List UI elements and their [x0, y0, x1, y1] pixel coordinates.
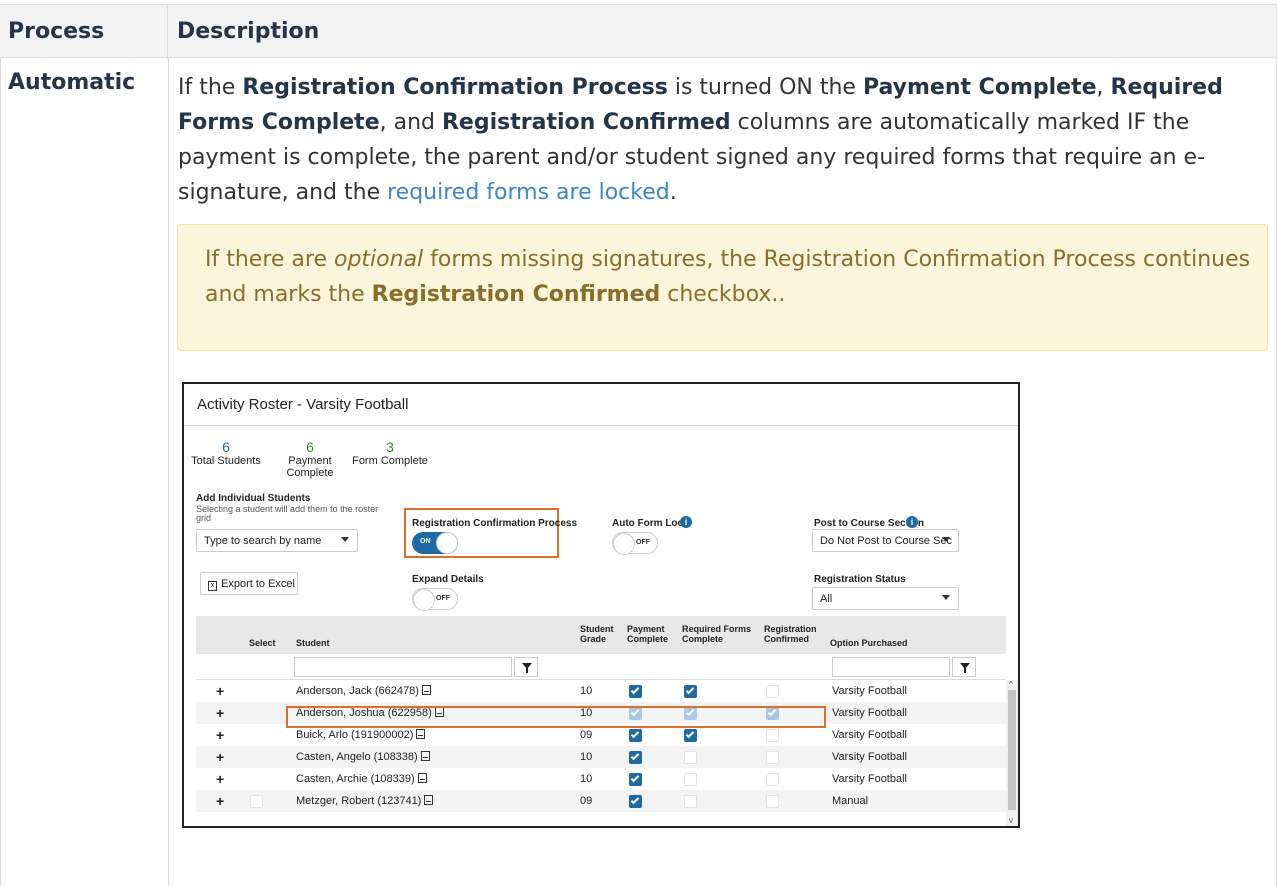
expand-row-icon[interactable]: + — [216, 749, 224, 765]
expand-details-label: Expand Details — [412, 574, 484, 585]
info-icon[interactable]: i — [680, 516, 692, 528]
filter-row — [196, 654, 1006, 680]
expand-row-icon[interactable]: + — [216, 705, 224, 721]
payment-checkbox[interactable] — [629, 685, 642, 698]
student-name[interactable]: Anderson, Jack (662478) — [296, 685, 431, 697]
table-row[interactable]: + Metzger, Robert (123741) 09 Manual — [196, 790, 1006, 812]
option-purchased: Varsity Football — [832, 685, 907, 697]
payment-checkbox[interactable] — [629, 729, 642, 742]
confirmed-checkbox[interactable] — [766, 795, 779, 808]
payment-checkbox[interactable] — [629, 795, 642, 808]
expand-row-icon[interactable]: + — [216, 793, 224, 809]
roster-title: Activity Roster - Varsity Football — [184, 384, 1018, 426]
payment-checkbox[interactable] — [629, 751, 642, 764]
header-description: Description — [177, 19, 320, 44]
required-forms-locked-link[interactable]: required forms are locked — [387, 180, 670, 205]
student-card-icon[interactable] — [420, 751, 430, 761]
description-text: If the Registration Confirmation Process… — [178, 75, 1223, 205]
col-select: Select — [249, 638, 276, 648]
col-student[interactable]: Student — [296, 638, 330, 648]
student-card-icon[interactable] — [421, 685, 431, 695]
header-process: Process — [0, 5, 168, 59]
table-header: Process Description — [0, 4, 1277, 59]
forms-checkbox[interactable] — [684, 795, 697, 808]
option-purchased: Varsity Football — [832, 773, 907, 785]
highlight-row — [286, 706, 826, 728]
expand-row-icon[interactable]: + — [216, 771, 224, 787]
table-row[interactable]: + Casten, Archie (108339) 10 Varsity Footba… — [196, 768, 1006, 790]
student-grade: 10 — [580, 751, 593, 763]
student-card-icon[interactable] — [416, 729, 426, 739]
option-purchased: Varsity Football — [832, 751, 907, 763]
reg-confirm-toggle[interactable]: ON — [412, 532, 458, 554]
export-excel-button[interactable]: x Export to Excel — [200, 572, 298, 595]
confirmed-checkbox[interactable] — [766, 751, 779, 764]
col-confirmed[interactable]: Registration Confirmed — [764, 624, 817, 644]
table-row[interactable]: + Anderson, Jack (662478) 10 Varsity Footba… — [196, 680, 1006, 702]
select-checkbox[interactable] — [250, 795, 263, 808]
student-card-icon[interactable] — [417, 773, 427, 783]
student-name[interactable]: Buick, Arlo (191900002) — [296, 729, 426, 741]
post-course-dropdown[interactable]: Do Not Post to Course Sec — [812, 529, 959, 552]
excel-icon: x — [208, 581, 217, 591]
student-card-icon[interactable] — [424, 795, 434, 805]
student-name[interactable]: Metzger, Robert (123741) — [296, 795, 434, 807]
chevron-down-icon — [341, 537, 349, 542]
option-purchased: Manual — [832, 795, 869, 807]
student-name[interactable]: Casten, Archie (108339) — [296, 773, 427, 785]
col-option[interactable]: Option Purchased — [830, 638, 908, 648]
reg-confirm-label: Registration Confirmation Process — [412, 518, 578, 529]
forms-checkbox[interactable] — [684, 773, 697, 786]
add-students-label: Add Individual Students — [196, 493, 311, 504]
reg-status-dropdown[interactable]: All — [812, 587, 959, 610]
student-filter-input[interactable] — [294, 657, 512, 677]
student-grade: 10 — [580, 773, 593, 785]
student-grade: 10 — [580, 685, 593, 697]
forms-checkbox[interactable] — [684, 729, 697, 742]
filter-icon[interactable] — [514, 657, 538, 677]
col-forms[interactable]: Required Forms Complete — [682, 624, 751, 644]
auto-lock-label: Auto Form Lock — [612, 518, 689, 529]
col-grade[interactable]: Student Grade — [580, 624, 614, 644]
option-purchased: Varsity Football — [832, 707, 907, 719]
stat-form-complete: 3 Form Complete — [352, 439, 428, 468]
option-filter-input[interactable] — [832, 657, 950, 677]
doc-table: Process Description Automatic If the Reg… — [0, 0, 1277, 886]
chevron-down-icon — [942, 537, 950, 542]
grid-header: Select Student Student Grade Payment Compl… — [196, 616, 1006, 654]
add-students-help: Selecting a student will add them to the… — [196, 504, 379, 514]
process-cell: Automatic — [8, 70, 136, 95]
info-icon[interactable]: i — [906, 516, 918, 528]
student-grade: 09 — [580, 795, 593, 807]
expand-row-icon[interactable]: + — [216, 683, 224, 699]
expand-row-icon[interactable]: + — [216, 727, 224, 743]
student-name[interactable]: Casten, Angelo (108338) — [296, 751, 430, 763]
filter-icon[interactable] — [952, 657, 976, 677]
chevron-down-icon — [942, 595, 950, 600]
forms-checkbox[interactable] — [684, 751, 697, 764]
note-callout: If there are optional forms missing sign… — [177, 224, 1268, 351]
option-purchased: Varsity Football — [832, 729, 907, 741]
table-row[interactable]: + Casten, Angelo (108338) 10 Varsity Footba… — [196, 746, 1006, 768]
expand-details-toggle[interactable]: OFF — [412, 588, 458, 611]
stat-payment-complete: 6 Payment Complete — [286, 439, 334, 480]
activity-roster-screenshot: Activity Roster - Varsity Football 6 Tot… — [182, 382, 1020, 828]
student-grade: 09 — [580, 729, 593, 741]
col-payment[interactable]: Payment Complete — [627, 624, 668, 644]
confirmed-checkbox[interactable] — [766, 685, 779, 698]
confirmed-checkbox[interactable] — [766, 729, 779, 742]
scrollbar[interactable]: ^ v — [1006, 680, 1018, 826]
forms-checkbox[interactable] — [684, 685, 697, 698]
stat-total-students: 6 Total Students — [191, 439, 261, 468]
auto-lock-toggle[interactable]: OFF — [612, 532, 658, 555]
confirmed-checkbox[interactable] — [766, 773, 779, 786]
student-search-dropdown[interactable]: Type to search by name — [196, 529, 358, 552]
payment-checkbox[interactable] — [629, 773, 642, 786]
reg-status-label: Registration Status — [814, 574, 906, 585]
